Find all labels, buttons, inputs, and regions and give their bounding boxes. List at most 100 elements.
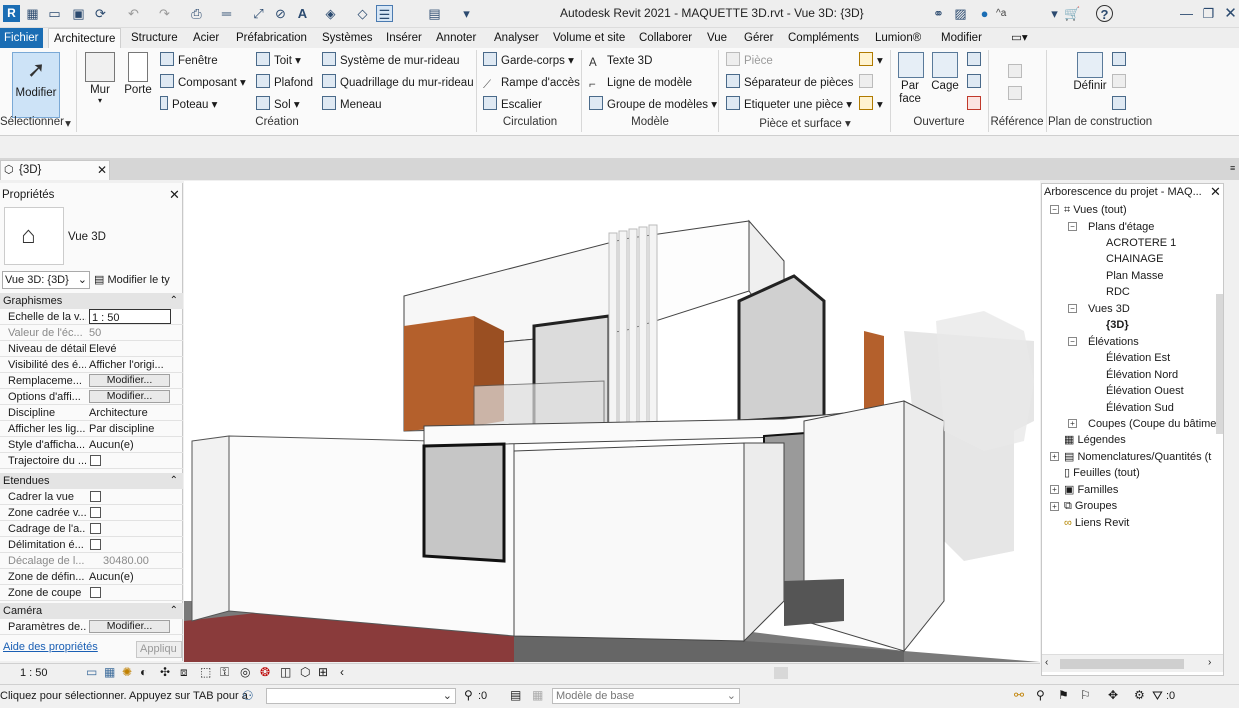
workset-icon[interactable]: ⚇ [242, 688, 254, 704]
room-separator-button[interactable]: Séparateur de pièces [726, 74, 853, 92]
scroll-thumb[interactable] [774, 667, 788, 679]
select-panel-arrow-icon[interactable]: ▾ [64, 116, 72, 132]
vertical-opening-icon[interactable] [967, 74, 985, 92]
show-work-plane-icon[interactable] [1112, 52, 1130, 70]
expand-icon[interactable]: + [1050, 502, 1059, 511]
filter-icon[interactable]: ⚲ [464, 688, 473, 702]
tree-node-families[interactable]: ▣ Familles [1064, 482, 1118, 498]
tree-node-elevation[interactable]: Élévation Est [1106, 350, 1170, 366]
checkbox[interactable] [90, 455, 101, 466]
panel-toggle-icon[interactable]: ▭▾ [1006, 28, 1033, 48]
home-icon[interactable]: ▦ [24, 5, 41, 22]
binoculars-icon[interactable]: ⚭ [930, 5, 947, 22]
analytical-model-icon[interactable]: ⬡ [300, 665, 310, 679]
area-icon-1[interactable]: ▾ [859, 52, 883, 70]
measure-icon[interactable]: ═ [218, 5, 235, 22]
model-text-button[interactable]: A Texte 3D [589, 52, 652, 70]
tab-volume-et-site[interactable]: Volume et site [548, 28, 630, 48]
modify-button[interactable]: Modifier... [89, 390, 170, 403]
close-icon[interactable]: ✕ [1210, 184, 1221, 200]
workset-dropdown[interactable]: ⌄ [266, 688, 456, 704]
temporary-view-icon[interactable]: ◫ [280, 665, 291, 679]
shaft-button[interactable]: Cage [930, 52, 960, 92]
select-links-icon[interactable]: ⚯ [1014, 688, 1024, 702]
close-icon[interactable]: ✕ [1222, 5, 1239, 22]
property-row[interactable]: Visibilité des é... Afficher l'origi... [0, 357, 183, 373]
detail-level-icon[interactable]: ▭ [86, 665, 97, 679]
group-header-etendues[interactable]: Etendues ⌃ [0, 473, 183, 489]
dormer-opening-icon[interactable] [967, 96, 985, 114]
3d-view-icon[interactable]: ◈ [322, 5, 339, 22]
revit-logo-icon[interactable]: R [3, 5, 20, 22]
view-tab-3d[interactable]: ⬡ {3D} ✕ [0, 160, 110, 180]
lock-view-icon[interactable]: ⚿ [220, 665, 229, 680]
tree-node-sections[interactable]: Coupes (Coupe du bâtimen [1088, 416, 1223, 432]
redo-icon[interactable]: ↷ [156, 5, 173, 22]
text-icon[interactable]: A [294, 5, 311, 22]
tree-node-elevation[interactable]: Élévation Nord [1106, 367, 1178, 383]
tab-prefabrication[interactable]: Préfabrication [231, 28, 312, 48]
tree-node-floor-plans[interactable]: Plans d'étage [1088, 219, 1154, 235]
maximize-icon[interactable]: ❐ [1200, 5, 1217, 22]
visual-style-icon[interactable]: ▦ [104, 665, 115, 679]
tab-complements[interactable]: Compléments [783, 28, 864, 48]
column-button[interactable]: Poteau ▾ [160, 96, 217, 114]
tree-node-plan[interactable]: RDC [1106, 284, 1130, 300]
minimize-icon[interactable]: — [1178, 5, 1195, 22]
rendering-icon[interactable]: ✣ [160, 665, 170, 679]
tab-acier[interactable]: Acier [188, 28, 224, 48]
ref-plane-icon[interactable] [1112, 74, 1130, 92]
switch-windows-icon[interactable]: ▤ [426, 5, 443, 22]
close-tab-icon[interactable]: ✕ [97, 163, 107, 177]
scroll-left-icon[interactable]: ‹ [1045, 657, 1048, 668]
set-work-plane-button[interactable]: Définir [1070, 52, 1110, 92]
open-icon[interactable]: ▭ [46, 5, 63, 22]
editing-requests-icon[interactable]: ▤ [510, 688, 521, 702]
expand-icon[interactable]: + [1050, 485, 1059, 494]
checkbox[interactable] [90, 523, 101, 534]
property-row[interactable]: Zone de défin... Aucun(e) [0, 569, 183, 585]
tree-node-schedules[interactable]: ▤ Nomenclatures/Quantités (t [1064, 449, 1211, 465]
viewer-icon[interactable] [1112, 96, 1130, 114]
tag-icon[interactable]: ⊘ [272, 5, 289, 22]
undo-icon[interactable]: ↶ [125, 5, 142, 22]
save-icon[interactable]: ▣ [70, 5, 87, 22]
by-face-button[interactable]: Par face [896, 52, 926, 106]
component-button[interactable]: Composant ▾ [160, 74, 246, 92]
section-icon[interactable]: ◇ [354, 5, 371, 22]
property-row[interactable]: Niveau de détail Elevé [0, 341, 183, 357]
level-icon[interactable] [1008, 64, 1026, 82]
tab-inserer[interactable]: Insérer [381, 28, 427, 48]
model-line-button[interactable]: ⌐ Ligne de modèle [589, 74, 692, 92]
sun-path-icon[interactable]: ✺ [122, 665, 132, 679]
group-header-camera[interactable]: Caméra ⌃ [0, 603, 183, 619]
roof-button[interactable]: Toit ▾ [256, 52, 301, 70]
group-header-graphismes[interactable]: Graphismes ⌃ [0, 293, 183, 309]
select-pinned-icon[interactable]: ⚑ [1058, 688, 1069, 702]
tree-node-revit-links[interactable]: ∞ Liens Revit [1064, 515, 1129, 531]
tab-lumion[interactable]: Lumion® [870, 28, 926, 48]
tab-gerer[interactable]: Gérer [739, 28, 778, 48]
tab-analyser[interactable]: Analyser [489, 28, 544, 48]
user-icon[interactable]: ● [976, 5, 993, 22]
tree-node-elevations[interactable]: Élévations [1088, 334, 1139, 350]
tab-fichier[interactable]: Fichier [0, 28, 43, 48]
area-icon-2[interactable] [859, 74, 877, 92]
design-option-dropdown[interactable]: Modèle de base ⌄ [552, 688, 740, 704]
tree-node-3d-view[interactable]: {3D} [1106, 317, 1129, 333]
3d-viewport[interactable] [184, 181, 1040, 662]
ramp-button[interactable]: ⟋ Rampe d'accès [483, 74, 580, 92]
tab-structure[interactable]: Structure [126, 28, 183, 48]
room-area-panel-label[interactable]: Pièce et surface ▾ [745, 116, 865, 132]
checkbox[interactable] [90, 491, 101, 502]
tree-node-legends[interactable]: ▦ Légendes [1064, 432, 1126, 448]
type-selector[interactable]: Vue 3D: {3D} ⌄ [2, 271, 90, 289]
tree-node-elevation[interactable]: Élévation Sud [1106, 400, 1174, 416]
tree-node-plan[interactable]: ACROTERE 1 [1106, 235, 1176, 251]
dropdown-icon[interactable]: ▾ [1046, 5, 1063, 22]
modify-button[interactable]: Modifier... [89, 620, 170, 633]
expand-icon[interactable]: + [1050, 452, 1059, 461]
property-row[interactable]: Style d'afficha... Aucun(e) [0, 437, 183, 453]
room-button[interactable]: Pièce [726, 52, 773, 70]
print-icon[interactable]: ⎙ [188, 5, 205, 22]
